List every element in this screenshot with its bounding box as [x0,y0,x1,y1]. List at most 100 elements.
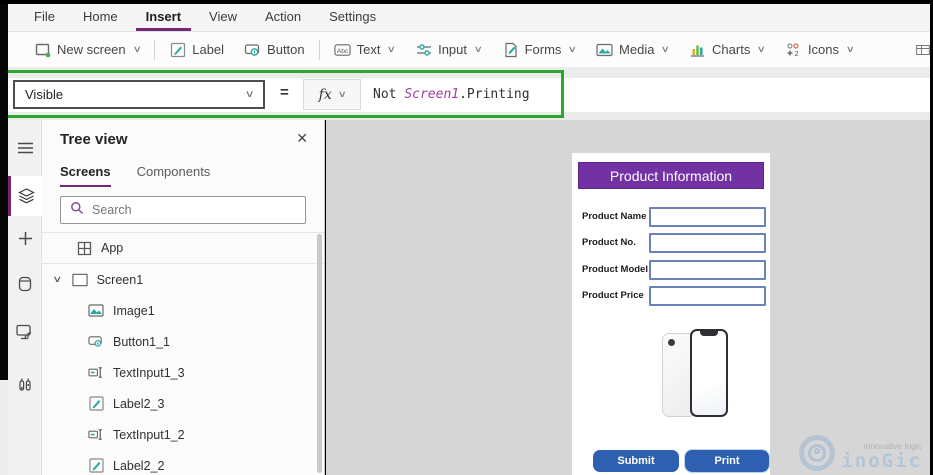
data-icon[interactable] [8,264,42,304]
chevron-down-icon: ∨ [387,44,397,54]
svg-text:2: 2 [795,49,799,58]
product-no-input[interactable] [649,233,766,253]
input-icon [415,41,432,58]
watermark-brand: inoGic [841,450,922,472]
label-icon [169,41,186,58]
forms-icon [502,41,519,58]
text-input-icon [88,427,104,443]
left-navigation-rail [8,120,42,475]
field-label: Product Price [582,290,644,301]
text-input-icon [88,365,104,381]
label-icon [88,458,104,474]
tree-item-textinput1-3[interactable]: TextInput1_3 [42,357,324,388]
product-price-input[interactable] [649,286,766,306]
panel-title: Tree view [60,131,128,148]
toolbar-divider [154,39,156,60]
chevron-down-icon: ∨ [337,89,347,99]
design-canvas[interactable]: Product Information Product Name Product… [326,120,930,475]
tree-tabs: Screens Components [60,164,210,187]
plus-icon[interactable] [8,218,42,258]
formula-entity: Screen1 [404,87,460,102]
menu-file[interactable]: File [24,4,65,31]
field-row: Product No. [572,233,770,253]
field-row: Product Name [572,207,770,227]
tree-item-textinput1-2[interactable]: TextInput1_2 [42,419,324,450]
button-icon [88,334,104,350]
image-icon [88,303,104,319]
product-phone-image[interactable] [660,329,732,421]
media-screen-icon[interactable] [8,312,42,352]
phone-front-view [690,329,728,417]
phone-camera [668,339,675,346]
toolbar-divider [318,39,320,60]
media-icon [596,41,613,58]
tree-item-label2-2[interactable]: Label2_2 [42,450,324,475]
tree-item-screen1[interactable]: ∨ Screen1 [42,264,324,295]
frame-border-left [0,0,8,380]
field-label: Product Name [582,211,647,222]
product-name-input[interactable] [649,207,766,227]
advanced-tools-icon[interactable] [8,365,42,405]
property-dropdown[interactable]: Visible ∨ [13,80,265,109]
charts-icon [689,41,706,58]
tree-list: App ∨ Screen1 Image1 Button1_1 TextInput… [42,232,324,475]
app-grid-icon [76,240,92,256]
text-menu-button[interactable]: Abc Text ∨ [324,41,405,58]
tree-view-icon[interactable] [8,176,42,216]
forms-menu-button[interactable]: Forms ∨ [492,41,586,58]
equals-sign: = [280,84,289,101]
search-icon [70,201,84,220]
field-label: Product Model [582,264,648,275]
field-row: Product Model [572,260,770,280]
input-menu-button[interactable]: Input ∨ [405,41,492,58]
tree-item-label2-3[interactable]: Label2_3 [42,388,324,419]
scrollbar-thumb[interactable] [317,234,322,473]
icons-icon: 2 [785,41,802,58]
menu-bar: File Home Insert View Action Settings [8,4,930,32]
submit-button[interactable]: Submit [593,450,679,472]
formula-expression[interactable]: Not Screen1.Printing [373,87,530,102]
new-screen-button[interactable]: New screen ∨ [24,41,150,58]
chevron-down-icon: ∨ [757,44,767,54]
menu-settings[interactable]: Settings [319,4,386,31]
text-icon: Abc [334,41,351,58]
label-icon [88,396,104,412]
tree-item-image1[interactable]: Image1 [42,295,324,326]
tree-item-button1-1[interactable]: Button1_1 [42,326,324,357]
tree-scrollbar[interactable] [317,234,323,473]
form-title-label[interactable]: Product Information [578,162,764,189]
table-icon-partial[interactable] [916,42,930,58]
field-row: Product Price [572,286,770,306]
chevron-down-icon: ∨ [845,44,855,54]
chevron-down-icon: ∨ [244,89,255,100]
product-model-input[interactable] [649,260,766,280]
fx-dropdown[interactable]: fx ∨ [303,79,361,110]
menu-insert[interactable]: Insert [135,4,192,31]
phone-screen [692,331,726,415]
icons-menu-button[interactable]: 2 Icons ∨ [775,41,864,58]
search-input[interactable]: Search [60,196,306,224]
button-icon [244,41,261,58]
tab-screens[interactable]: Screens [60,164,111,187]
chevron-down-icon[interactable]: ∨ [52,274,62,285]
charts-menu-button[interactable]: Charts ∨ [679,41,775,58]
menu-action[interactable]: Action [255,4,311,31]
frame-border-left-lower [0,380,8,475]
tree-item-app[interactable]: App [42,233,324,264]
inogic-logo-icon [799,435,836,471]
print-button[interactable]: Print [684,449,770,473]
button-button[interactable]: Button [234,41,315,58]
search-placeholder: Search [92,203,132,217]
media-menu-button[interactable]: Media ∨ [586,41,679,58]
label-button[interactable]: Label [159,41,234,58]
menu-view[interactable]: View [199,4,247,31]
hamburger-icon[interactable] [8,128,42,168]
screen1-preview[interactable]: Product Information Product Name Product… [572,153,770,475]
field-label: Product No. [582,237,636,248]
close-icon[interactable]: ✕ [296,130,308,147]
new-screen-icon [34,41,51,58]
menu-home[interactable]: Home [73,4,128,31]
screen-icon [71,272,88,288]
tab-components[interactable]: Components [137,164,211,187]
inogic-watermark: innovative logic inoGic [799,435,922,471]
